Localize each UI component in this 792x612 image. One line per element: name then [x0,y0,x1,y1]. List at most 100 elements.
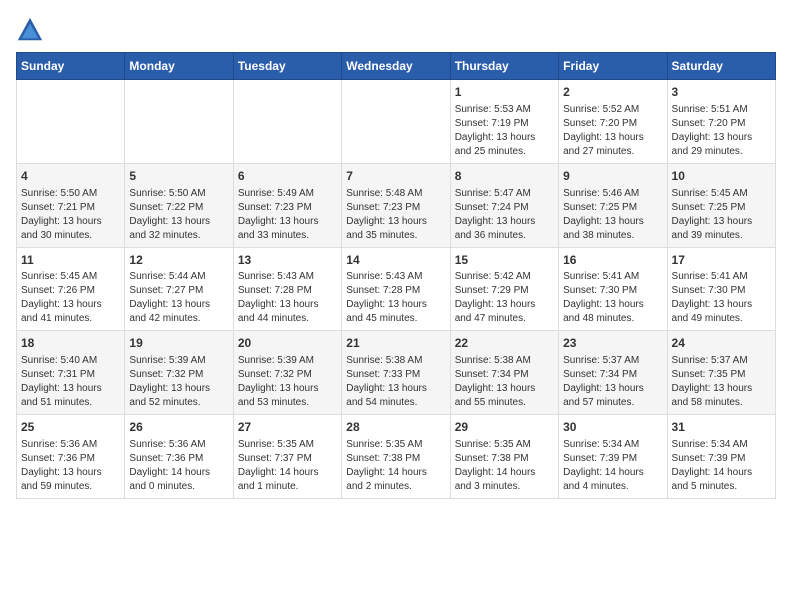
header-monday: Monday [125,53,233,80]
day-info: Sunrise: 5:35 AM Sunset: 7:38 PM Dayligh… [346,438,445,494]
day-info: Sunrise: 5:51 AM Sunset: 7:20 PM Dayligh… [672,103,771,159]
calendar-cell: 7 Sunrise: 5:48 AM Sunset: 7:23 PM Daylig… [342,163,450,247]
header-sunday: Sunday [17,53,125,80]
day-number: 12 [129,252,228,269]
day-info: Sunrise: 5:41 AM Sunset: 7:30 PM Dayligh… [672,270,771,326]
day-number: 14 [346,252,445,269]
calendar-cell: 20 Sunrise: 5:39 AM Sunset: 7:32 PM Dayli… [233,331,341,415]
day-info: Sunrise: 5:50 AM Sunset: 7:22 PM Dayligh… [129,187,228,243]
day-number: 19 [129,335,228,352]
calendar-cell [125,80,233,164]
day-info: Sunrise: 5:40 AM Sunset: 7:31 PM Dayligh… [21,354,120,410]
day-number: 25 [21,419,120,436]
day-number: 30 [563,419,662,436]
day-number: 23 [563,335,662,352]
day-number: 26 [129,419,228,436]
calendar-cell: 23 Sunrise: 5:37 AM Sunset: 7:34 PM Dayli… [559,331,667,415]
header-friday: Friday [559,53,667,80]
day-number: 5 [129,168,228,185]
day-info: Sunrise: 5:46 AM Sunset: 7:25 PM Dayligh… [563,187,662,243]
day-info: Sunrise: 5:37 AM Sunset: 7:34 PM Dayligh… [563,354,662,410]
calendar-cell: 13Sunrise: 5:43 AM Sunset: 7:28 PM Dayli… [233,247,341,331]
calendar-cell: 31Sunrise: 5:34 AM Sunset: 7:39 PM Dayli… [667,415,775,499]
calendar-table: SundayMondayTuesdayWednesdayThursdayFrid… [16,52,776,499]
day-number: 29 [455,419,554,436]
day-info: Sunrise: 5:36 AM Sunset: 7:36 PM Dayligh… [129,438,228,494]
day-number: 22 [455,335,554,352]
day-number: 13 [238,252,337,269]
header-tuesday: Tuesday [233,53,341,80]
calendar-cell: 21 Sunrise: 5:38 AM Sunset: 7:33 PM Dayli… [342,331,450,415]
day-number: 1 [455,84,554,101]
day-info: Sunrise: 5:38 AM Sunset: 7:34 PM Dayligh… [455,354,554,410]
calendar-cell: 2 Sunrise: 5:52 AM Sunset: 7:20 PM Daylig… [559,80,667,164]
day-info: Sunrise: 5:52 AM Sunset: 7:20 PM Dayligh… [563,103,662,159]
calendar-cell: 24 Sunrise: 5:37 AM Sunset: 7:35 PM Dayli… [667,331,775,415]
day-info: Sunrise: 5:42 AM Sunset: 7:29 PM Dayligh… [455,270,554,326]
day-info: Sunrise: 5:48 AM Sunset: 7:23 PM Dayligh… [346,187,445,243]
day-number: 3 [672,84,771,101]
day-info: Sunrise: 5:37 AM Sunset: 7:35 PM Dayligh… [672,354,771,410]
calendar-cell: 28 Sunrise: 5:35 AM Sunset: 7:38 PM Dayli… [342,415,450,499]
day-info: Sunrise: 5:41 AM Sunset: 7:30 PM Dayligh… [563,270,662,326]
day-number: 10 [672,168,771,185]
header-wednesday: Wednesday [342,53,450,80]
day-number: 16 [563,252,662,269]
calendar-cell: 17Sunrise: 5:41 AM Sunset: 7:30 PM Dayli… [667,247,775,331]
calendar-cell: 18Sunrise: 5:40 AM Sunset: 7:31 PM Dayli… [17,331,125,415]
day-info: Sunrise: 5:35 AM Sunset: 7:37 PM Dayligh… [238,438,337,494]
calendar-week-5: 25 Sunrise: 5:36 AM Sunset: 7:36 PM Dayli… [17,415,776,499]
day-info: Sunrise: 5:45 AM Sunset: 7:26 PM Dayligh… [21,270,120,326]
calendar-cell: 9 Sunrise: 5:46 AM Sunset: 7:25 PM Daylig… [559,163,667,247]
calendar-cell: 10 Sunrise: 5:45 AM Sunset: 7:25 PM Dayli… [667,163,775,247]
day-number: 20 [238,335,337,352]
calendar-cell: 1Sunrise: 5:53 AM Sunset: 7:19 PM Daylig… [450,80,558,164]
header-thursday: Thursday [450,53,558,80]
calendar-cell [233,80,341,164]
day-info: Sunrise: 5:39 AM Sunset: 7:32 PM Dayligh… [238,354,337,410]
day-number: 17 [672,252,771,269]
calendar-cell: 19Sunrise: 5:39 AM Sunset: 7:32 PM Dayli… [125,331,233,415]
calendar-cell: 8 Sunrise: 5:47 AM Sunset: 7:24 PM Daylig… [450,163,558,247]
day-number: 21 [346,335,445,352]
calendar-cell: 5 Sunrise: 5:50 AM Sunset: 7:22 PM Daylig… [125,163,233,247]
calendar-week-2: 4Sunrise: 5:50 AM Sunset: 7:21 PM Daylig… [17,163,776,247]
calendar-cell: 30 Sunrise: 5:34 AM Sunset: 7:39 PM Dayli… [559,415,667,499]
day-info: Sunrise: 5:36 AM Sunset: 7:36 PM Dayligh… [21,438,120,494]
day-number: 9 [563,168,662,185]
calendar-week-1: 1Sunrise: 5:53 AM Sunset: 7:19 PM Daylig… [17,80,776,164]
day-number: 8 [455,168,554,185]
day-info: Sunrise: 5:47 AM Sunset: 7:24 PM Dayligh… [455,187,554,243]
calendar-cell: 3 Sunrise: 5:51 AM Sunset: 7:20 PM Daylig… [667,80,775,164]
calendar-cell [342,80,450,164]
page-header [16,16,776,44]
day-number: 27 [238,419,337,436]
calendar-cell: 15Sunrise: 5:42 AM Sunset: 7:29 PM Dayli… [450,247,558,331]
calendar-cell: 12Sunrise: 5:44 AM Sunset: 7:27 PM Dayli… [125,247,233,331]
calendar-cell: 27 Sunrise: 5:35 AM Sunset: 7:37 PM Dayli… [233,415,341,499]
day-info: Sunrise: 5:35 AM Sunset: 7:38 PM Dayligh… [455,438,554,494]
day-number: 7 [346,168,445,185]
calendar-header-row: SundayMondayTuesdayWednesdayThursdayFrid… [17,53,776,80]
day-number: 24 [672,335,771,352]
day-number: 15 [455,252,554,269]
day-info: Sunrise: 5:43 AM Sunset: 7:28 PM Dayligh… [346,270,445,326]
logo [16,16,48,44]
calendar-cell: 16Sunrise: 5:41 AM Sunset: 7:30 PM Dayli… [559,247,667,331]
calendar-cell: 11Sunrise: 5:45 AM Sunset: 7:26 PM Dayli… [17,247,125,331]
calendar-cell [17,80,125,164]
calendar-cell: 26 Sunrise: 5:36 AM Sunset: 7:36 PM Dayli… [125,415,233,499]
day-number: 2 [563,84,662,101]
day-number: 28 [346,419,445,436]
day-info: Sunrise: 5:34 AM Sunset: 7:39 PM Dayligh… [563,438,662,494]
calendar-cell: 14Sunrise: 5:43 AM Sunset: 7:28 PM Dayli… [342,247,450,331]
calendar-cell: 22 Sunrise: 5:38 AM Sunset: 7:34 PM Dayli… [450,331,558,415]
day-number: 4 [21,168,120,185]
calendar-cell: 29 Sunrise: 5:35 AM Sunset: 7:38 PM Dayli… [450,415,558,499]
day-info: Sunrise: 5:45 AM Sunset: 7:25 PM Dayligh… [672,187,771,243]
day-info: Sunrise: 5:38 AM Sunset: 7:33 PM Dayligh… [346,354,445,410]
header-saturday: Saturday [667,53,775,80]
day-number: 11 [21,252,120,269]
logo-icon [16,16,44,44]
day-info: Sunrise: 5:34 AM Sunset: 7:39 PM Dayligh… [672,438,771,494]
